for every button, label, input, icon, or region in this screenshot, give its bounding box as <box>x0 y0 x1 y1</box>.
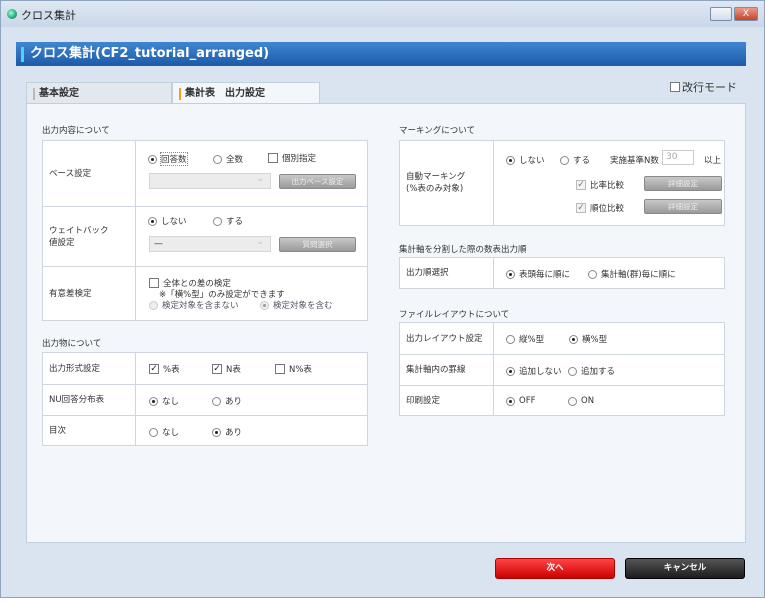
row-layout-setting: 出力レイアウト設定 縦%型 横%型 <box>400 323 724 354</box>
cancel-button[interactable]: キャンセル <box>625 558 745 579</box>
radio-lines-no[interactable]: 追加しない <box>506 365 562 377</box>
radio-nu-yes[interactable]: あり <box>212 395 242 407</box>
n-threshold-input[interactable]: 30 <box>662 150 694 165</box>
radio-weightback-yes[interactable]: する <box>213 215 243 227</box>
output-content-table: ベース設定 回答数 全数 個別指定 出力ベース設定 ウェイトバック 値設定 しな… <box>42 140 368 321</box>
app-icon <box>7 9 17 19</box>
radio-base-answers[interactable]: 回答数 <box>148 152 188 166</box>
radio-vertical-percent[interactable]: 縦%型 <box>506 333 544 345</box>
tab-output-settings[interactable]: 集計表 出力設定 <box>172 82 320 104</box>
checkbox-percent-table[interactable]: ✓ %表 <box>149 363 180 375</box>
label-toc: 目次 <box>43 416 136 446</box>
page-title: クロス集計(CF2_tutorial_arranged) <box>16 42 746 66</box>
checkbox-ratio-compare[interactable]: ✓ 比率比較 <box>576 179 624 191</box>
kaigyo-mode-checkbox[interactable]: 改行モード <box>670 79 737 95</box>
label-nu: NU回答分布表 <box>43 385 136 415</box>
radio-include-target[interactable]: 検定対象を含む <box>260 299 333 311</box>
layout-table: 出力レイアウト設定 縦%型 横%型 集計軸内の罫線 追加しない 追加する 印刷設… <box>399 322 725 416</box>
label-format: 出力形式設定 <box>43 353 136 384</box>
n-threshold-suffix: 以上 <box>704 156 722 166</box>
row-toc: 目次 なし あり <box>43 415 367 446</box>
output-items-table: 出力形式設定 ✓ %表 ✓ N表 N%表 NU回答分布表 なし あり 目次 なし あ… <box>42 352 368 446</box>
output-base-settings-button[interactable]: 出力ベース設定 <box>279 174 356 189</box>
next-button[interactable]: 次へ <box>495 558 615 579</box>
radio-toc-none[interactable]: なし <box>149 426 179 438</box>
radio-horizontal-percent[interactable]: 横%型 <box>569 333 607 345</box>
close-button[interactable]: X <box>734 7 758 21</box>
weightback-select[interactable]: — <box>149 235 271 252</box>
row-significance: 有意差検定 全体との差の検定 ※「横%型」のみ設定ができます 検定対象を含まない… <box>43 266 367 321</box>
radio-lines-yes[interactable]: 追加する <box>568 365 615 377</box>
radio-print-off[interactable]: OFF <box>506 396 535 406</box>
rank-detail-button[interactable]: 詳細設定 <box>644 199 722 214</box>
marking-table: 自動マーキング (%表のみ対象) しない する 実施基準N数 30 以上 ✓ 比率… <box>399 140 725 226</box>
n-threshold-label: 実施基準N数 <box>610 156 659 166</box>
checkbox-n-percent-table[interactable]: N%表 <box>275 363 312 375</box>
checkbox-individual[interactable]: 個別指定 <box>268 152 316 164</box>
row-print: 印刷設定 OFF ON <box>400 385 724 416</box>
order-table: 出力順選択 表頭毎に順に 集計軸(群)毎に順に <box>399 257 725 289</box>
section-title-order: 集計軸を分割した際の数表出力順 <box>399 245 527 255</box>
checkbox-n-table[interactable]: ✓ N表 <box>212 363 241 375</box>
row-order: 出力順選択 表頭毎に順に 集計軸(群)毎に順に <box>400 258 724 288</box>
radio-marking-yes[interactable]: する <box>560 154 590 166</box>
minimize-button[interactable] <box>710 7 732 21</box>
radio-base-all[interactable]: 全数 <box>213 153 243 165</box>
label-base: ベース設定 <box>43 141 136 206</box>
label-print: 印刷設定 <box>400 386 494 416</box>
checkbox-icon[interactable] <box>670 82 680 92</box>
checkbox-rank-compare[interactable]: ✓ 順位比較 <box>576 202 624 214</box>
label-significance: 有意差検定 <box>43 267 136 321</box>
window-title: クロス集計 <box>21 9 76 22</box>
radio-exclude-target[interactable]: 検定対象を含まない <box>149 299 239 311</box>
section-title-layout: ファイルレイアウトについて <box>399 310 510 320</box>
row-base: ベース設定 回答数 全数 個別指定 出力ベース設定 <box>43 141 367 206</box>
question-select-button[interactable]: 質問選択 <box>279 237 356 252</box>
radio-toc-yes[interactable]: あり <box>212 426 242 438</box>
row-nu: NU回答分布表 なし あり <box>43 384 367 415</box>
row-lines: 集計軸内の罫線 追加しない 追加する <box>400 354 724 385</box>
tab-basic-settings[interactable]: 基本設定 <box>26 82 172 104</box>
title-bar: クロス集計 X <box>1 1 764 27</box>
radio-print-on[interactable]: ON <box>568 396 594 406</box>
section-title-output-content: 出力内容について <box>42 126 110 136</box>
radio-marking-no[interactable]: しない <box>506 154 545 166</box>
label-order: 出力順選択 <box>400 258 494 288</box>
radio-order-header[interactable]: 表頭毎に順に <box>506 268 570 280</box>
kaigyo-mode-label: 改行モード <box>682 81 737 94</box>
row-weightback: ウェイトバック 値設定 しない する — 質問選択 <box>43 206 367 266</box>
label-layout-setting: 出力レイアウト設定 <box>400 323 494 354</box>
ratio-detail-button[interactable]: 詳細設定 <box>644 176 722 191</box>
section-title-marking: マーキングについて <box>399 126 475 136</box>
base-select[interactable] <box>149 172 271 189</box>
label-weightback: ウェイトバック 値設定 <box>43 207 136 266</box>
row-format: 出力形式設定 ✓ %表 ✓ N表 N%表 <box>43 353 367 384</box>
label-auto-marking: 自動マーキング (%表のみ対象) <box>400 141 494 225</box>
radio-order-axis[interactable]: 集計軸(群)毎に順に <box>588 268 676 280</box>
section-title-output-items: 出力物について <box>42 339 102 349</box>
label-lines: 集計軸内の罫線 <box>400 355 494 385</box>
radio-weightback-no[interactable]: しない <box>148 215 187 227</box>
row-auto-marking: 自動マーキング (%表のみ対象) しない する 実施基準N数 30 以上 ✓ 比率… <box>400 141 724 225</box>
radio-nu-none[interactable]: なし <box>149 395 179 407</box>
